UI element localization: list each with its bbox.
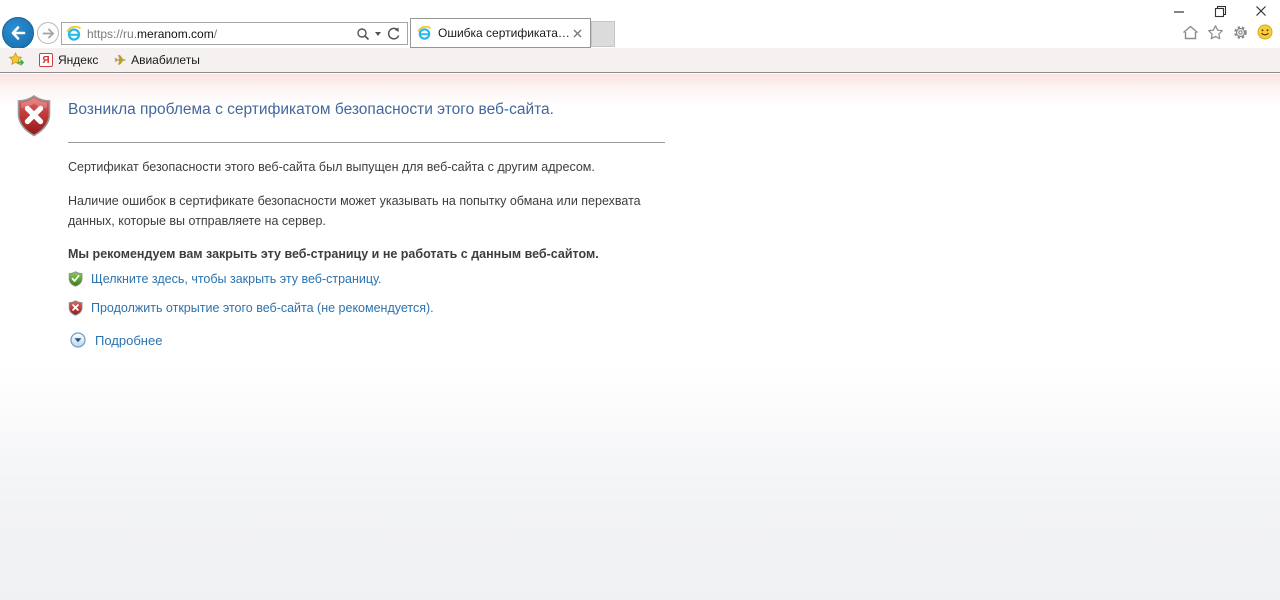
address-bar-tools (356, 26, 403, 41)
forward-arrow-icon (42, 27, 55, 40)
paragraph-cert-warning: Наличие ошибок в сертификате безопасност… (68, 191, 688, 231)
url-text[interactable]: https://ru.meranom.com/ (87, 27, 356, 41)
close-page-row: Щелкните здесь, чтобы закрыть эту веб-ст… (68, 271, 382, 287)
search-dropdown-icon[interactable] (375, 32, 381, 36)
continue-row: Продолжить открытие этого веб-сайта (не … (68, 300, 434, 316)
back-arrow-icon (9, 24, 27, 42)
chevron-down-icon (70, 332, 86, 348)
ie-favicon (66, 26, 82, 42)
search-icon[interactable] (356, 27, 370, 41)
favorite-avia[interactable]: ✈ Авиабилеты (114, 52, 199, 69)
tab-ie-favicon (417, 26, 432, 41)
settings-gear-icon[interactable] (1231, 23, 1249, 41)
browser-window: https://ru.meranom.com/ Ошибка сертифик (0, 0, 1280, 600)
restore-icon[interactable] (1213, 4, 1227, 18)
tab-close-icon[interactable] (570, 26, 584, 40)
tab-title: Ошибка сертификата: пер... (438, 26, 570, 40)
favorite-label: Авиабилеты (131, 53, 200, 67)
url-path: / (214, 27, 217, 41)
divider (68, 142, 665, 143)
forward-button[interactable] (37, 22, 59, 44)
back-button[interactable] (2, 17, 34, 49)
details-expander[interactable]: Подробнее (70, 332, 162, 348)
yandex-favicon: Я (39, 53, 53, 67)
url-scheme: https://ru. (87, 27, 137, 41)
plane-icon: ✈ (114, 52, 126, 69)
security-error-shield-icon (15, 94, 53, 143)
favorite-label: Яндекс (58, 53, 98, 67)
close-webpage-link[interactable]: Щелкните здесь, чтобы закрыть эту веб-ст… (91, 272, 382, 286)
continue-website-link[interactable]: Продолжить открытие этого веб-сайта (не … (91, 301, 434, 315)
feedback-smiley-icon[interactable] (1256, 23, 1274, 41)
certificate-error-page: Возникла проблема с сертификатом безопас… (0, 74, 1280, 600)
page-title: Возникла проблема с сертификатом безопас… (68, 101, 554, 119)
address-bar[interactable]: https://ru.meranom.com/ (61, 22, 408, 45)
toolbar-right (1181, 23, 1274, 41)
new-tab-button[interactable] (591, 21, 615, 47)
home-icon[interactable] (1181, 23, 1199, 41)
recommendation-text: Мы рекомендуем вам закрыть эту веб-стран… (68, 244, 599, 264)
favorites-star-icon[interactable] (1206, 23, 1224, 41)
url-domain: meranom.com (137, 27, 214, 41)
navigation-bar: https://ru.meranom.com/ Ошибка сертифик (0, 18, 1280, 48)
close-window-icon[interactable] (1254, 4, 1268, 18)
window-controls (1172, 4, 1268, 18)
green-shield-check-icon (68, 271, 83, 287)
details-label: Подробнее (95, 333, 162, 348)
minimize-icon[interactable] (1172, 4, 1186, 18)
add-favorite-icon[interactable] (8, 52, 27, 68)
favorites-bar: Я Яндекс ✈ Авиабилеты (0, 48, 1280, 73)
tab-certificate-error[interactable]: Ошибка сертификата: пер... (410, 18, 591, 48)
paragraph-cert-address: Сертификат безопасности этого веб-сайта … (68, 157, 595, 177)
favorite-yandex[interactable]: Я Яндекс (39, 53, 98, 67)
title-bar (0, 0, 1280, 18)
refresh-icon[interactable] (386, 26, 401, 41)
red-shield-x-icon (68, 300, 83, 316)
